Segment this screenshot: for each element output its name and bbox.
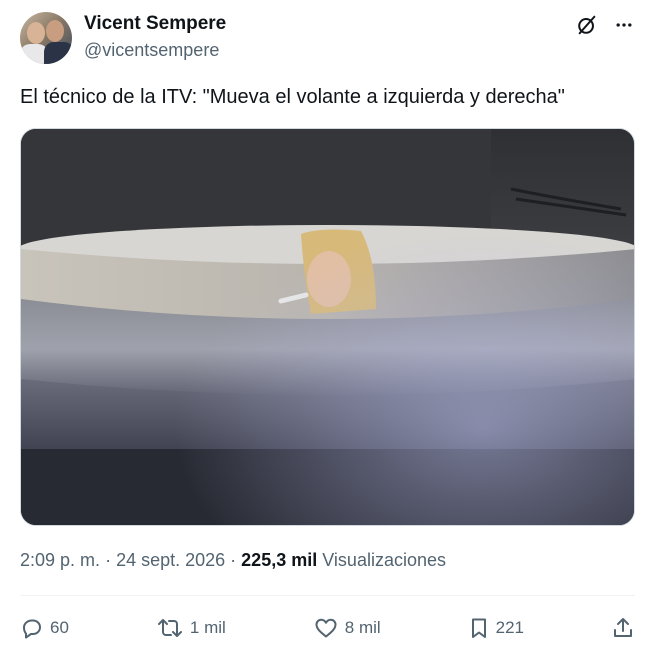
reply-count: 60 [50, 618, 69, 637]
bookmark-icon [468, 616, 490, 640]
views-label: Visualizaciones [322, 550, 446, 570]
author-display-name[interactable]: Vicent Sempere [84, 13, 226, 35]
bookmark-count: 221 [495, 618, 525, 637]
tweet-header: Vicent Sempere @vicentsempere [20, 9, 635, 65]
tweet-media[interactable] [20, 128, 635, 526]
author-names: Vicent Sempere @vicentsempere [84, 13, 226, 62]
share-button[interactable] [611, 616, 635, 640]
share-icon [611, 616, 635, 640]
meta-separator: · [230, 550, 242, 570]
bookmark-button[interactable]: 221 [468, 616, 524, 640]
divider [20, 595, 635, 596]
like-count: 8 mil [344, 618, 381, 637]
like-button[interactable]: 8 mil [313, 616, 381, 640]
meta-separator: · [105, 550, 117, 570]
tweet-time[interactable]: 2:09 p. m. [20, 550, 100, 570]
tweet-text: El técnico de la ITV: "Mueva el volante … [20, 86, 565, 108]
grok-icon[interactable] [575, 13, 599, 37]
avatar[interactable] [20, 12, 72, 64]
repost-button[interactable]: 1 mil [156, 616, 226, 640]
tweet-date[interactable]: 24 sept. 2026 [116, 550, 225, 570]
more-icon[interactable] [613, 14, 635, 36]
media-image [21, 129, 634, 525]
tweet-meta: 2:09 p. m. · 24 sept. 2026 · 225,3 mil V… [20, 550, 446, 571]
views-count: 225,3 mil [241, 550, 318, 570]
reply-button[interactable]: 60 [20, 616, 69, 640]
author-handle[interactable]: @vicentsempere [84, 38, 226, 62]
reply-icon [20, 616, 44, 640]
heart-icon [313, 616, 339, 640]
repost-icon [156, 616, 184, 640]
header-actions [575, 13, 635, 37]
action-bar: 60 1 mil 8 mil 221 [20, 612, 635, 644]
repost-count: 1 mil [189, 618, 226, 637]
